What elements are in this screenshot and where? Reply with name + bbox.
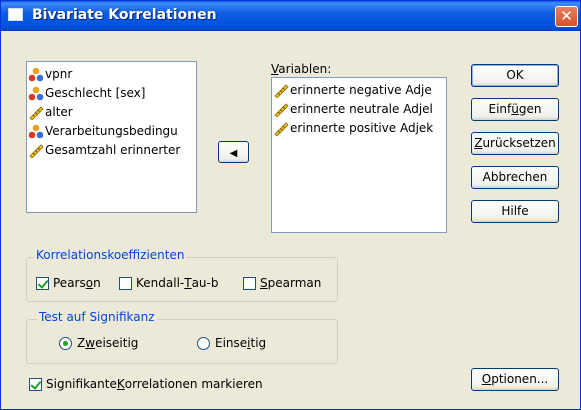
checkbox-box[interactable]: [36, 276, 49, 290]
transfer-button[interactable]: ◀: [218, 141, 249, 163]
checkbox-box[interactable]: [119, 276, 132, 290]
left-arrow-icon: ◀: [229, 148, 238, 159]
signifikante-markieren-checkbox[interactable]: Signifikante Korrelationen markieren: [29, 377, 263, 391]
scale-icon: [274, 122, 289, 136]
window-title: Bivariate Korrelationen: [32, 7, 217, 23]
pearson-checkbox[interactable]: Pears o n: [36, 276, 101, 290]
list-item[interactable]: Gesamtzahl erinnerter: [27, 141, 196, 160]
list-item[interactable]: erinnerte positive Adjek: [272, 119, 446, 138]
list-item[interactable]: vpnr: [27, 65, 196, 84]
spearman-checkbox[interactable]: Spearman: [243, 276, 321, 290]
nominal-icon: [28, 67, 44, 82]
variables-label: Variablen:: [271, 62, 332, 76]
list-item[interactable]: erinnerte negative Adje: [272, 81, 446, 100]
kendall-checkbox[interactable]: Kendall- Tau-b: [119, 276, 218, 290]
close-button[interactable]: ✕: [555, 6, 578, 27]
ok-button[interactable]: OK: [471, 64, 559, 87]
scale-icon: [274, 84, 289, 98]
hilfe-button[interactable]: Hilfe: [471, 200, 559, 223]
window-icon: [8, 8, 23, 21]
checkbox-box[interactable]: [243, 276, 256, 290]
dialog-window: Bivariate Korrelationen ✕ vpnr Geschlech…: [0, 0, 581, 410]
list-item[interactable]: erinnerte neutrale Adjel: [272, 100, 446, 119]
checkbox-box[interactable]: [29, 377, 42, 391]
einseitig-radio[interactable]: Einse i tig: [197, 336, 266, 350]
source-variable-list[interactable]: vpnr Geschlecht [sex] alter Verarbeitung…: [26, 61, 197, 213]
test-signifikanz-title: Test auf Signifikanz: [37, 310, 157, 324]
list-item[interactable]: Verarbeitungsbedingu: [27, 122, 196, 141]
abbrechen-button[interactable]: Abbrechen: [471, 166, 559, 189]
scale-icon: [274, 103, 289, 117]
zweiseitig-radio[interactable]: Zw eiseitig: [59, 336, 138, 350]
radio-circle[interactable]: [59, 336, 72, 350]
scale-icon: [29, 144, 44, 158]
radio-circle[interactable]: [197, 336, 210, 350]
nominal-icon: [28, 124, 44, 139]
korrelationskoeffizienten-title: Korrelationskoeffizienten: [34, 248, 187, 262]
scale-icon: [29, 106, 44, 120]
nominal-icon: [28, 86, 44, 101]
variables-list[interactable]: erinnerte negative Adje erinnerte neutra…: [271, 77, 447, 233]
title-bar[interactable]: Bivariate Korrelationen ✕: [1, 1, 580, 31]
optionen-button[interactable]: Optionen...: [471, 368, 559, 391]
list-item[interactable]: alter: [27, 103, 196, 122]
zuruecksetzen-button[interactable]: Zurücksetzen: [471, 132, 559, 155]
list-item[interactable]: Geschlecht [sex]: [27, 84, 196, 103]
einfuegen-button[interactable]: Einfügen: [471, 98, 559, 121]
